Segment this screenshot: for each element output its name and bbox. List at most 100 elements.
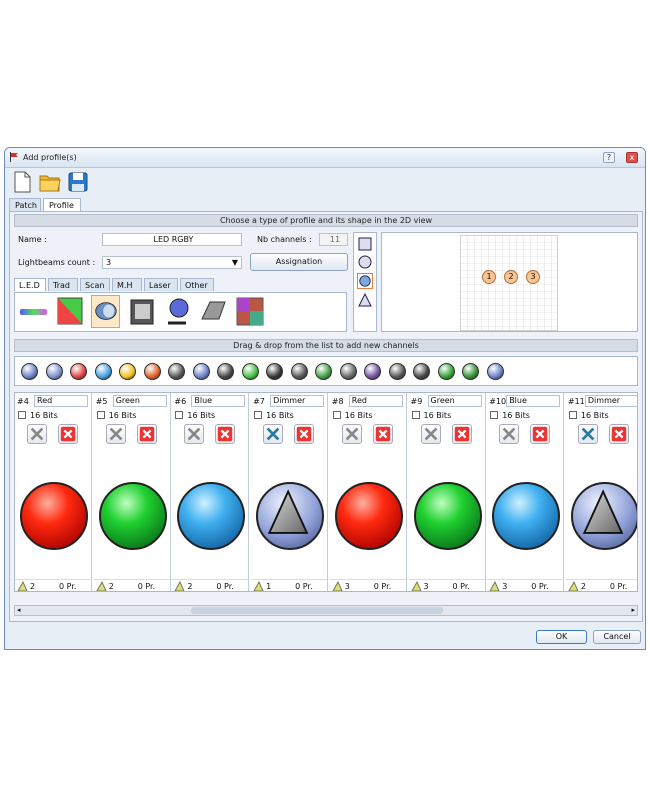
channel-footer: 2 0 Pr. (93, 579, 170, 591)
tools-button[interactable] (420, 424, 441, 444)
tools-button[interactable] (341, 424, 362, 444)
gobo-circle-icon[interactable] (339, 363, 357, 380)
tab-scan[interactable]: Scan (80, 278, 110, 291)
led-spot-icon[interactable] (163, 295, 192, 328)
channel-name-field[interactable]: Green (112, 395, 167, 407)
tools-button[interactable] (499, 424, 520, 444)
tab-mh[interactable]: M.H (112, 278, 142, 291)
channel-column[interactable]: #5 Green 16 Bits 2 0 Pr. (93, 393, 171, 591)
circle-shape-icon[interactable] (357, 254, 373, 270)
cancel-button[interactable]: Cancel (593, 630, 641, 644)
channel-name-field[interactable]: Dimmer (584, 395, 637, 407)
channel-column[interactable]: #7 Dimmer 16 Bits 1 0 Pr. (251, 393, 329, 591)
dark-circle-icon[interactable] (168, 363, 185, 380)
tools-button[interactable] (577, 424, 598, 444)
color-wheel-icon[interactable] (94, 363, 112, 380)
tab-patch[interactable]: Patch (9, 198, 41, 211)
channel-column[interactable]: #4 Red 16 Bits 2 0 Pr. (15, 393, 92, 591)
color-wheel-icon[interactable] (70, 363, 87, 380)
tools-button[interactable] (27, 424, 47, 444)
scroll-right-icon[interactable]: ▸ (631, 606, 635, 614)
beam-2[interactable]: 2 (504, 270, 518, 284)
delete-button[interactable] (608, 424, 629, 444)
yellow-circle-icon[interactable] (119, 363, 136, 380)
tab-profile[interactable]: Profile (43, 198, 81, 212)
channel-column[interactable]: #10 Blue 16 Bits 3 0 Pr. (487, 393, 565, 591)
tab-other[interactable]: Other (180, 278, 214, 291)
horizontal-scrollbar[interactable]: ◂ ▸ (14, 605, 638, 616)
gobo-green-icon[interactable] (315, 363, 332, 380)
name-field[interactable]: LED RGBY (102, 233, 242, 246)
square-shape-icon[interactable] (357, 236, 373, 252)
title-bar[interactable]: Add profile(s) ? x (5, 148, 645, 168)
led-flood-icon[interactable] (199, 295, 228, 328)
tools-button[interactable] (105, 424, 126, 444)
channel-name-field[interactable]: Red (34, 395, 88, 407)
tab-trad[interactable]: Trad (48, 278, 78, 291)
prism-circle-icon[interactable] (364, 363, 381, 380)
delete-button[interactable] (530, 424, 551, 444)
beam-1[interactable]: 1 (482, 270, 496, 284)
channel-name-field[interactable]: Dimmer (270, 395, 325, 407)
delete-button[interactable] (451, 424, 472, 444)
delete-button[interactable] (58, 424, 78, 444)
16-bits-checkbox[interactable] (254, 411, 263, 419)
gobo-circle-icon[interactable] (266, 363, 283, 380)
channel-column[interactable]: #8 Red 16 Bits 3 0 Pr. (329, 393, 407, 591)
delete-button[interactable] (372, 424, 393, 444)
tools-button[interactable] (184, 424, 205, 444)
led-par-icon[interactable] (91, 295, 120, 328)
channel-name-field[interactable]: Blue (506, 395, 561, 407)
delete-button[interactable] (215, 424, 236, 444)
green-square-icon[interactable] (462, 363, 479, 380)
16-bits-checkbox[interactable] (490, 411, 499, 419)
save-disk-icon[interactable] (67, 170, 89, 194)
16-bits-checkbox[interactable] (568, 411, 577, 419)
gobo-circle-icon[interactable] (388, 363, 406, 380)
tools-button[interactable] (263, 424, 284, 444)
tab-led[interactable]: L.E.D (14, 278, 46, 291)
tab-laser[interactable]: Laser (144, 278, 178, 291)
lightbeams-select[interactable]: 3 ▼ (102, 256, 242, 269)
ok-button[interactable]: OK (536, 630, 587, 644)
close-button[interactable]: x (626, 152, 638, 163)
intensity-triangle-icon[interactable] (45, 363, 63, 380)
channel-name-field[interactable]: Blue (191, 395, 246, 407)
wrench-icon (345, 427, 359, 441)
16-bits-checkbox[interactable] (411, 411, 420, 419)
lightbeams-label: Lightbeams count : (18, 258, 96, 267)
16-bits-checkbox[interactable] (332, 411, 341, 419)
channel-name-field[interactable]: Red (348, 395, 403, 407)
led-bar-icon[interactable] (19, 295, 48, 328)
triangle-shape-icon[interactable] (357, 292, 373, 308)
delete-button[interactable] (136, 424, 157, 444)
led-panel-icon[interactable] (55, 295, 84, 328)
lock-circle-icon[interactable] (192, 363, 210, 380)
help-circle-icon[interactable] (486, 363, 504, 380)
help-button[interactable]: ? (603, 152, 615, 163)
channel-name-field[interactable]: Green (427, 395, 482, 407)
circle-filled-shape-icon[interactable] (357, 273, 373, 289)
green-circle-icon[interactable] (437, 363, 455, 380)
16-bits-checkbox[interactable] (18, 411, 26, 419)
assignation-button[interactable]: Assignation (250, 253, 348, 271)
channel-column[interactable]: #6 Blue 16 Bits 2 0 Pr. (172, 393, 250, 591)
delete-button[interactable] (294, 424, 315, 444)
beam-3[interactable]: 3 (526, 270, 540, 284)
scroll-left-icon[interactable]: ◂ (17, 606, 21, 614)
intensity-triangle-icon[interactable] (21, 363, 38, 380)
16-bits-checkbox[interactable] (96, 411, 105, 419)
gobo-circle-icon[interactable] (290, 363, 308, 380)
channel-column[interactable]: #9 Green 16 Bits 3 0 Pr. (408, 393, 486, 591)
folder-open-icon[interactable] (39, 170, 61, 194)
gobo-circle-icon[interactable] (413, 363, 430, 380)
green-circle-icon[interactable] (241, 363, 259, 380)
led-matrix-icon[interactable] (235, 295, 264, 328)
new-document-icon[interactable] (11, 170, 33, 194)
channel-column[interactable]: #11 Dimmer 16 Bits 2 0 Pr. (565, 393, 637, 591)
scrollbar-thumb[interactable] (191, 607, 443, 614)
gobo-circle-icon[interactable] (217, 363, 234, 380)
led-wash-icon[interactable] (127, 295, 156, 328)
rgb-triangle-icon[interactable] (143, 363, 161, 380)
16-bits-checkbox[interactable] (175, 411, 184, 419)
